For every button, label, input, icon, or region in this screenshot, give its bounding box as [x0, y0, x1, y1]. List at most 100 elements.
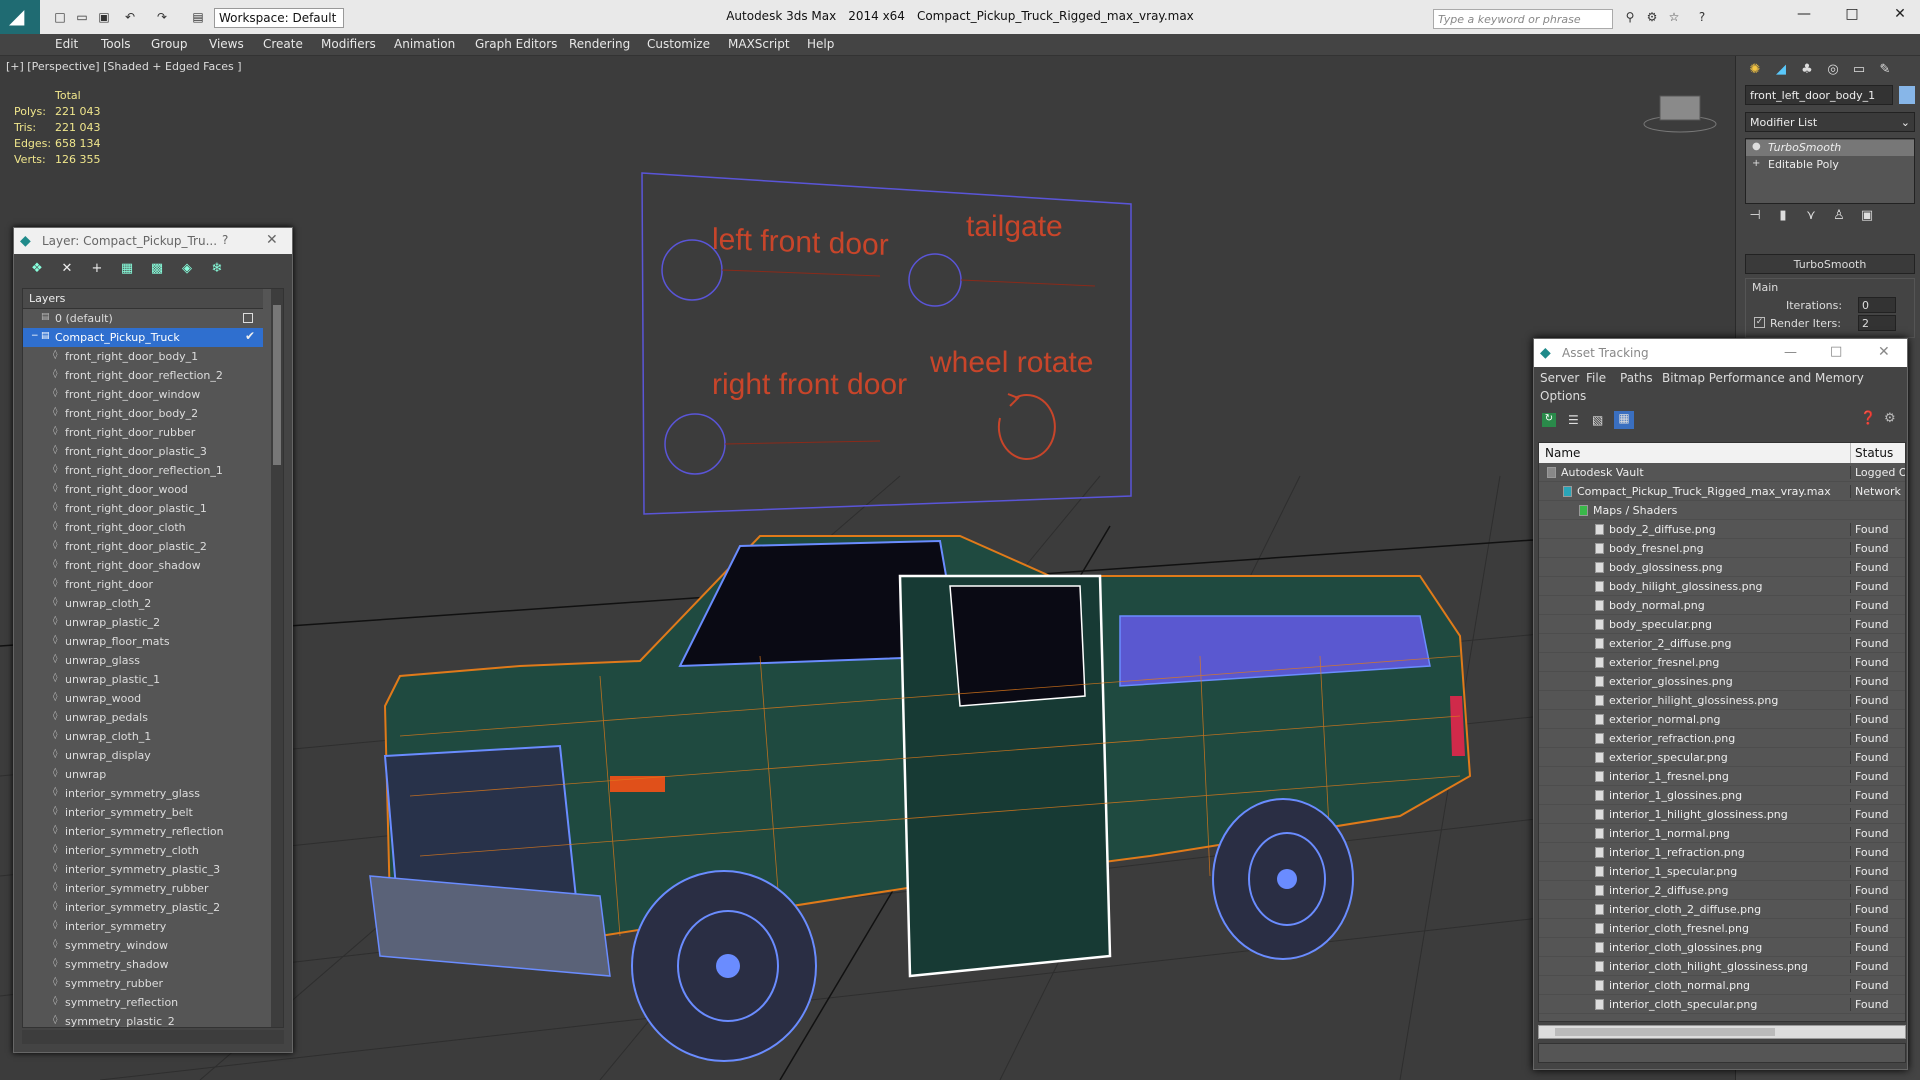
asset-row[interactable]: interior_cloth_normal.png Found — [1539, 976, 1905, 995]
show-end-result-icon[interactable]: ▮ — [1772, 208, 1794, 228]
layer-dialog-titlebar[interactable]: ◆ Layer: Compact_Pickup_Tru... ? ✕ — [14, 228, 292, 254]
close-button[interactable]: ✕ — [1888, 6, 1912, 26]
collapse-icon[interactable]: − — [31, 331, 41, 343]
iterations-spinner[interactable]: 0 — [1858, 297, 1896, 313]
display-tab-icon[interactable]: ▭ — [1848, 62, 1870, 82]
asset-row[interactable]: interior_1_glossines.png Found — [1539, 786, 1905, 805]
render-iters-checkbox[interactable]: ✓ — [1754, 317, 1765, 328]
menu-customize[interactable]: Customize — [647, 37, 710, 51]
layer-object-row[interactable]: ◊ front_right_door_body_2 — [23, 404, 263, 423]
asset-row[interactable]: interior_1_fresnel.png Found — [1539, 767, 1905, 786]
object-name-field[interactable]: front_left_door_body_1 — [1745, 85, 1893, 105]
modifier-list-dropdown[interactable]: Modifier List ⌄ — [1745, 112, 1915, 132]
rear-wheel[interactable] — [1212, 798, 1354, 960]
asset-row[interactable]: interior_1_normal.png Found — [1539, 824, 1905, 843]
layer-object-row[interactable]: ◊ interior_symmetry_plastic_2 — [23, 898, 263, 917]
select-objects-icon[interactable]: ▦ — [118, 260, 136, 278]
layer-object-row[interactable]: ◊ symmetry_reflection — [23, 993, 263, 1012]
app-logo-button[interactable]: ◢ — [0, 0, 40, 34]
asset-row[interactable]: exterior_specular.png Found — [1539, 748, 1905, 767]
layer-horizontal-scrollbar[interactable] — [22, 1030, 284, 1044]
layer-object-row[interactable]: ◊ front_right_door_window — [23, 385, 263, 404]
hierarchy-tab-icon[interactable]: ♣ — [1796, 62, 1818, 82]
highlight-selected-icon[interactable]: ▩ — [148, 260, 166, 278]
layer-object-row[interactable]: ◊ symmetry_rubber — [23, 974, 263, 993]
binoculars-icon[interactable]: ⚲ — [1622, 9, 1638, 25]
render-iters-spinner[interactable]: 2 — [1858, 315, 1896, 331]
asset-row[interactable]: body_normal.png Found — [1539, 596, 1905, 615]
layer-object-row[interactable]: ◊ interior_symmetry_rubber — [23, 879, 263, 898]
menu-maxscript[interactable]: MAXScript — [728, 37, 790, 51]
asset-close-button[interactable]: ✕ — [1878, 344, 1890, 360]
list-view-icon[interactable]: ☰ — [1568, 413, 1579, 427]
modifier-stack[interactable]: TurboSmooth ● Editable Poly + — [1745, 138, 1915, 204]
utilities-tab-icon[interactable]: ✎ — [1874, 62, 1896, 82]
viewcube[interactable] — [1643, 95, 1717, 133]
column-header-name[interactable]: Name — [1545, 446, 1580, 460]
refresh-icon[interactable]: ↻ — [1542, 413, 1556, 427]
asset-row[interactable]: interior_cloth_glossines.png Found — [1539, 938, 1905, 957]
asset-scroll-thumb[interactable] — [1555, 1028, 1775, 1036]
asset-menu-paths[interactable]: Paths — [1620, 371, 1653, 385]
asset-row[interactable]: Autodesk Vault Logged Ou — [1539, 463, 1905, 482]
wheel-rotate-controller[interactable] — [997, 393, 1056, 460]
asset-row[interactable]: exterior_refraction.png Found — [1539, 729, 1905, 748]
layer-object-row[interactable]: ◊ unwrap_display — [23, 746, 263, 765]
layer-object-row[interactable]: ◊ front_right_door_plastic_3 — [23, 442, 263, 461]
layer-row-selected[interactable]: − ▤ Compact_Pickup_Truck — [23, 328, 263, 347]
layer-object-row[interactable]: ◊ unwrap_glass — [23, 651, 263, 670]
layer-object-row[interactable]: ◊ interior_symmetry_reflection — [23, 822, 263, 841]
layer-dialog-help-button[interactable]: ? — [222, 233, 228, 247]
menu-rendering[interactable]: Rendering — [569, 37, 630, 51]
undo-icon[interactable]: ↶ — [122, 9, 138, 25]
save-file-icon[interactable]: ▣ — [96, 9, 112, 25]
asset-horizontal-scrollbar[interactable] — [1538, 1025, 1906, 1039]
search-input[interactable]: Type a keyword or phrase — [1433, 9, 1613, 29]
layer-tree[interactable]: Layers ▤ 0 (default) − ▤ Compact_Pickup_… — [22, 288, 284, 1028]
layer-object-row[interactable]: ◊ unwrap_cloth_1 — [23, 727, 263, 746]
hide-all-icon[interactable]: ◈ — [178, 260, 196, 278]
asset-menu-bitmap-performance[interactable]: Bitmap Performance and Memory — [1662, 371, 1864, 385]
menu-animation[interactable]: Animation — [394, 37, 455, 51]
maximize-button[interactable]: □ — [1840, 6, 1864, 26]
motion-tab-icon[interactable]: ◎ — [1822, 62, 1844, 82]
asset-row[interactable]: interior_cloth_hilight_glossiness.png Fou… — [1539, 957, 1905, 976]
viewport-label[interactable]: [+] [Perspective] [Shaded + Edged Faces … — [6, 60, 242, 73]
layer-object-row[interactable]: ◊ front_right_door_plastic_1 — [23, 499, 263, 518]
asset-row[interactable]: interior_1_refraction.png Found — [1539, 843, 1905, 862]
menu-create[interactable]: Create — [263, 37, 303, 51]
table-view-icon[interactable]: ▦ — [1614, 411, 1634, 429]
asset-row[interactable]: interior_cloth_specular.png Found — [1539, 995, 1905, 1014]
asset-row[interactable]: Compact_Pickup_Truck_Rigged_max_vray.max… — [1539, 482, 1905, 501]
layer-object-row[interactable]: ◊ unwrap_pedals — [23, 708, 263, 727]
layer-object-row[interactable]: ◊ symmetry_shadow — [23, 955, 263, 974]
create-layer-icon[interactable]: ❖ — [28, 260, 46, 278]
stack-item-editable-poly[interactable]: Editable Poly — [1746, 157, 1914, 173]
asset-menu-file[interactable]: File — [1586, 371, 1606, 385]
layer-object-row[interactable]: ◊ front_right_door_cloth — [23, 518, 263, 537]
layer-dialog-close-button[interactable]: ✕ — [266, 232, 278, 248]
project-folder-icon[interactable]: ▤ — [190, 9, 206, 25]
layer-object-row[interactable]: ◊ front_right_door_plastic_2 — [23, 537, 263, 556]
new-file-icon[interactable]: □ — [52, 9, 68, 25]
layer-object-row[interactable]: ◊ unwrap_floor_mats — [23, 632, 263, 651]
asset-minimize-button[interactable]: — — [1784, 345, 1797, 360]
thumbnail-view-icon[interactable]: ▧ — [1592, 413, 1603, 427]
layer-object-row[interactable]: ◊ unwrap_wood — [23, 689, 263, 708]
layer-object-row[interactable]: ◊ unwrap_plastic_1 — [23, 670, 263, 689]
turbosmooth-rollout-header[interactable]: TurboSmooth — [1745, 254, 1915, 274]
remove-modifier-icon[interactable]: ♙ — [1828, 208, 1850, 228]
add-to-layer-icon[interactable]: + — [88, 260, 106, 278]
current-layer-checkbox[interactable] — [243, 313, 253, 323]
vault-help-icon[interactable]: ❓ — [1860, 411, 1876, 426]
layer-row-default[interactable]: ▤ 0 (default) — [23, 309, 263, 328]
menu-edit[interactable]: Edit — [55, 37, 78, 51]
freeze-all-icon[interactable]: ❄ — [208, 260, 226, 278]
asset-row[interactable]: exterior_normal.png Found — [1539, 710, 1905, 729]
open-file-icon[interactable]: ▭ — [74, 9, 90, 25]
layer-object-row[interactable]: ◊ interior_symmetry — [23, 917, 263, 936]
layer-object-row[interactable]: ◊ front_right_door_shadow — [23, 556, 263, 575]
layer-object-row[interactable]: ◊ front_right_door_wood — [23, 480, 263, 499]
asset-row[interactable]: interior_1_hilight_glossiness.png Found — [1539, 805, 1905, 824]
asset-table[interactable]: Name Status Autodesk Vault Logged Ou Compa… — [1538, 442, 1906, 1022]
